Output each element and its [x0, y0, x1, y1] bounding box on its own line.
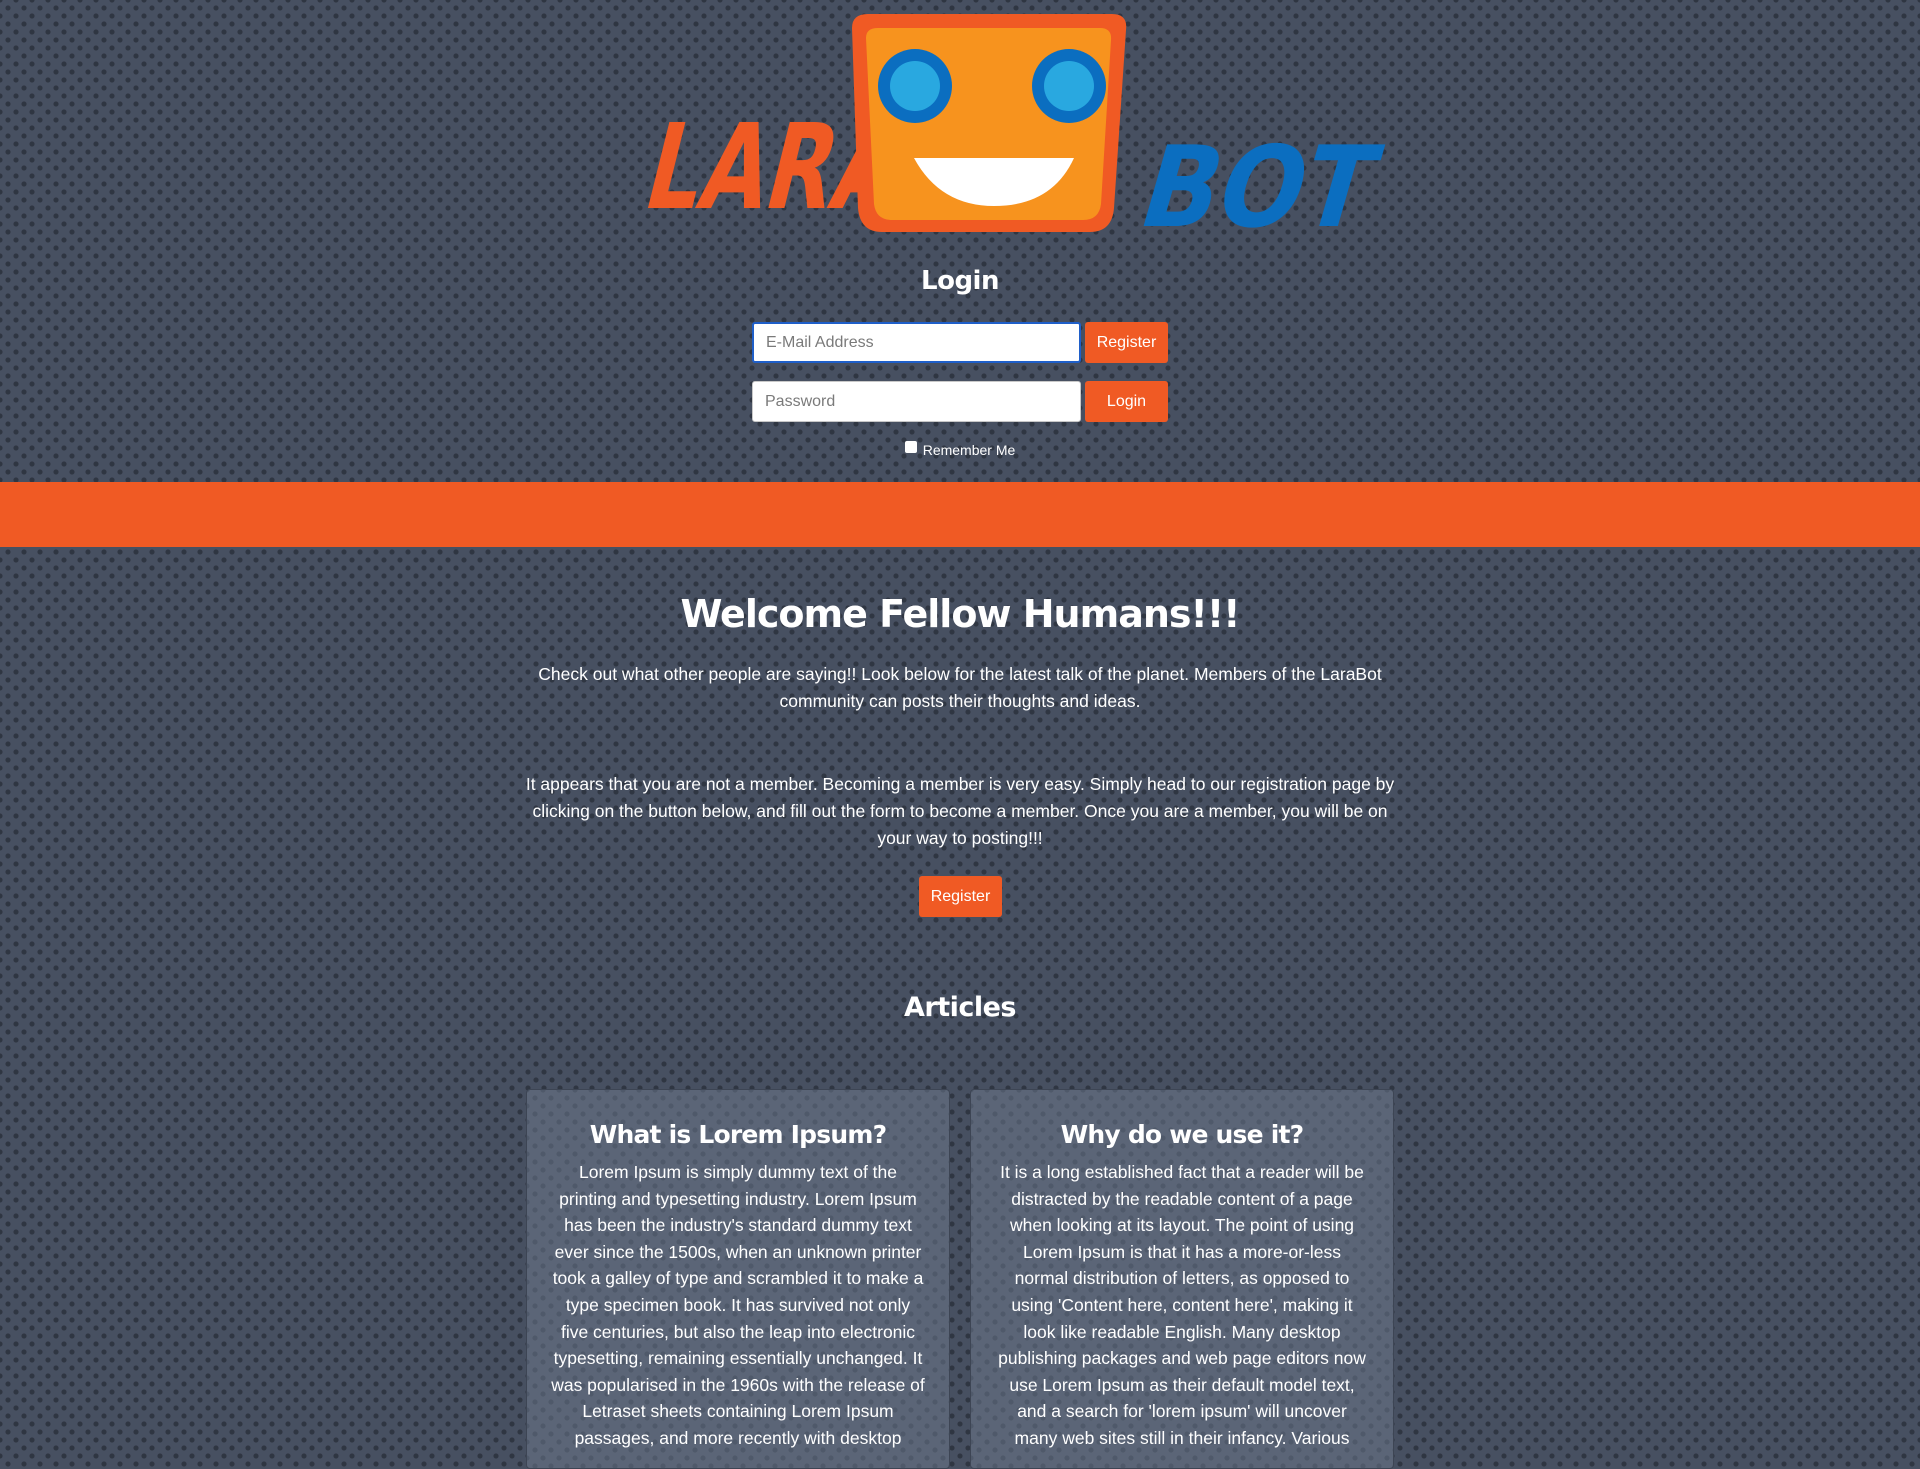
- welcome-intro-text: Check out what other people are saying!!…: [538, 664, 1382, 711]
- email-row: Register: [752, 322, 1168, 363]
- articles-title: Articles: [903, 992, 1017, 1023]
- membership-register-button[interactable]: Register: [919, 876, 1002, 917]
- membership-text: It appears that you are not a member. Be…: [525, 774, 1395, 848]
- login-button[interactable]: Login: [1085, 381, 1168, 422]
- larabot-logo[interactable]: LARA BOT: [530, 8, 1390, 240]
- orange-divider-band: [0, 482, 1920, 547]
- robot-face-icon: [852, 14, 1127, 232]
- email-input[interactable]: [752, 322, 1081, 363]
- logo-text-bot: BOT: [1127, 122, 1390, 240]
- login-title: Login: [921, 266, 999, 296]
- register-button[interactable]: Register: [1085, 322, 1168, 363]
- article-body: It is a long established fact that a rea…: [998, 1162, 1366, 1448]
- article-card: Why do we use it? It is a long establish…: [970, 1089, 1394, 1469]
- password-input[interactable]: [752, 381, 1081, 422]
- article-card: What is Lorem Ipsum? Lorem Ipsum is simp…: [526, 1089, 950, 1469]
- article-body: Lorem Ipsum is simply dummy text of the …: [551, 1162, 925, 1448]
- article-title: Why do we use it?: [1060, 1120, 1304, 1149]
- welcome-title: Welcome Fellow Humans!!!: [680, 592, 1240, 636]
- password-row: Login: [752, 381, 1168, 422]
- article-title: What is Lorem Ipsum?: [589, 1120, 887, 1149]
- remember-me: Remember Me: [0, 441, 1920, 458]
- remember-me-checkbox[interactable]: [904, 441, 917, 453]
- remember-me-label[interactable]: Remember Me: [923, 442, 1016, 458]
